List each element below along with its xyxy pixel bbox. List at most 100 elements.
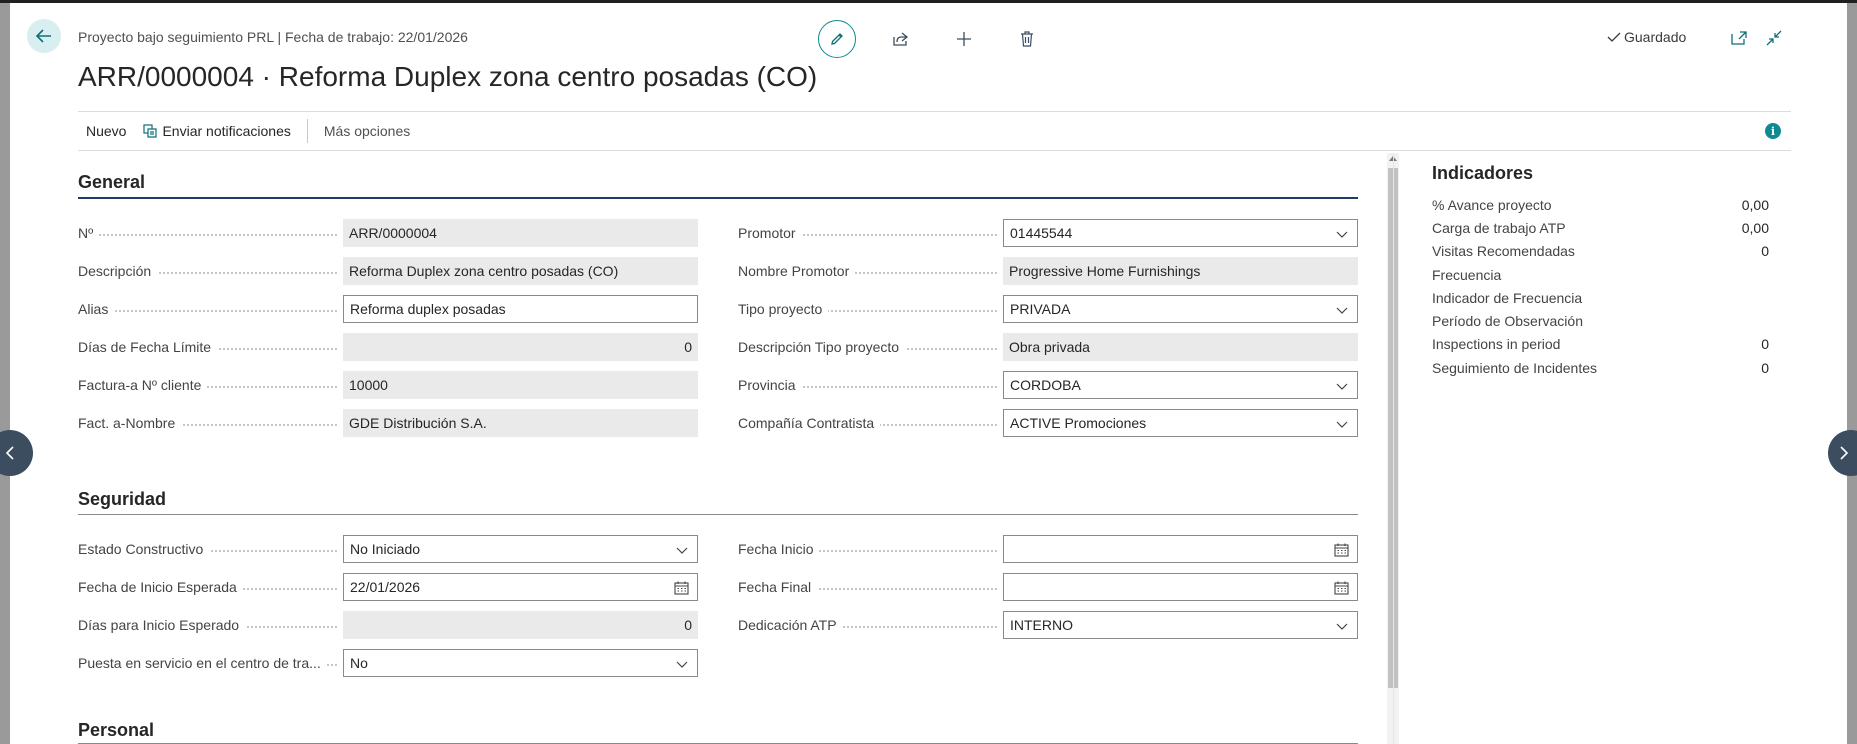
section-seguridad-title[interactable]: Seguridad — [78, 489, 166, 510]
factbox-row: Indicador de Frecuencia — [1432, 286, 1772, 309]
delete-icon — [1021, 31, 1033, 47]
field-label: Factura-a Nº cliente — [78, 377, 208, 393]
field-dias-inicio-esperado: Días para Inicio Esperado 0 — [78, 611, 698, 639]
factbox-value[interactable]: 0,00 — [1742, 220, 1772, 236]
factbox-value[interactable]: 0 — [1761, 360, 1772, 376]
edit-button[interactable] — [818, 20, 856, 58]
field-puesta-en-servicio: Puesta en servicio en el centro de tra..… — [78, 649, 698, 677]
field-fecha-final: Fecha Final — [738, 573, 1358, 601]
compania-contratista-select[interactable]: ACTIVE Promociones — [1003, 409, 1358, 437]
breadcrumb: Proyecto bajo seguimiento PRL | Fecha de… — [78, 29, 468, 45]
field-label: Nº — [78, 225, 100, 241]
field-label: Descripción Tipo proyecto — [738, 339, 906, 355]
chevron-down-icon — [1336, 307, 1348, 314]
factbox-row: Inspections in period 0 — [1432, 333, 1772, 356]
puesta-en-servicio-value: No — [350, 655, 368, 671]
field-label: Fecha Final — [738, 579, 818, 595]
puesta-en-servicio-select[interactable]: No — [343, 649, 698, 677]
add-icon — [957, 32, 971, 46]
field-label: Descripción — [78, 263, 158, 279]
fecha-inicio-esperada-input[interactable]: 22/01/2026 — [343, 573, 698, 601]
info-icon[interactable]: i — [1765, 123, 1781, 139]
collapse-button[interactable] — [1763, 27, 1785, 49]
tipo-proyecto-value: PRIVADA — [1010, 301, 1071, 317]
factura-cliente-value[interactable]: 10000 — [343, 371, 698, 399]
action-bar: Nuevo Enviar notificaciones Más opciones… — [78, 111, 1791, 151]
descripcion-tipo-proyecto-value[interactable]: Obra privada — [1003, 333, 1358, 361]
field-label: Compañía Contratista — [738, 415, 881, 431]
promotor-select[interactable]: 01445544 — [1003, 219, 1358, 247]
field-nombre-promotor: Nombre Promotor Progressive Home Furnish… — [738, 257, 1358, 285]
calendar-icon[interactable] — [1334, 543, 1349, 557]
chevron-down-icon — [1336, 623, 1348, 630]
field-compania-contratista: Compañía Contratista ACTIVE Promociones — [738, 409, 1358, 437]
calendar-icon[interactable] — [1334, 581, 1349, 595]
field-fecha-inicio: Fecha Inicio — [738, 535, 1358, 563]
field-label: Promotor — [738, 225, 802, 241]
window-controls — [1728, 27, 1798, 49]
factbox-value[interactable]: 0,00 — [1742, 197, 1772, 213]
form-content: General Nº ARR/0000004 Descripción Refor… — [78, 153, 1368, 744]
factbox-value[interactable]: 0 — [1761, 336, 1772, 352]
provincia-select[interactable]: CORDOBA — [1003, 371, 1358, 399]
field-tipo-proyecto: Tipo proyecto PRIVADA — [738, 295, 1358, 323]
fecha-inicio-esperada-value: 22/01/2026 — [350, 579, 421, 595]
field-fact-nombre: Fact. a-Nombre GDE Distribución S.A. — [78, 409, 698, 437]
fecha-inicio-input[interactable] — [1003, 535, 1358, 563]
factbox-value[interactable]: 0 — [1761, 243, 1772, 259]
estado-constructivo-select[interactable]: No Iniciado — [343, 535, 698, 563]
field-label: Fecha Inicio — [738, 541, 820, 557]
page-title: ARR/0000004 · Reforma Duplex zona centro… — [78, 61, 818, 92]
provincia-value: CORDOBA — [1010, 377, 1081, 393]
field-no: Nº ARR/0000004 — [78, 219, 698, 247]
estado-constructivo-value: No Iniciado — [350, 541, 421, 557]
dedicacion-atp-select[interactable]: INTERNO — [1003, 611, 1358, 639]
factbox-label: Frecuencia — [1432, 266, 1502, 283]
field-alias: Alias Reforma duplex posadas — [78, 295, 698, 323]
delete-button[interactable] — [1009, 21, 1045, 57]
share-icon — [893, 32, 909, 46]
factbox-divider — [1393, 153, 1394, 744]
page-frame: Proyecto bajo seguimiento PRL | Fecha de… — [10, 3, 1847, 744]
chevron-right-icon — [1840, 446, 1849, 460]
dias-inicio-esperado-value[interactable]: 0 — [343, 611, 698, 639]
more-options-action[interactable]: Más opciones — [316, 112, 418, 150]
calendar-icon[interactable] — [674, 581, 689, 595]
alias-input[interactable]: Reforma duplex posadas — [343, 295, 698, 323]
send-notifications-action[interactable]: Enviar notificaciones — [134, 112, 298, 150]
chevron-left-icon — [5, 446, 14, 460]
dias-fecha-limite-value[interactable]: 0 — [343, 333, 698, 361]
open-new-window-button[interactable] — [1728, 27, 1750, 49]
new-action[interactable]: Nuevo — [78, 112, 134, 150]
open-new-window-icon — [1731, 31, 1747, 45]
field-label: Estado Constructivo — [78, 541, 210, 557]
notifications-icon — [143, 124, 158, 138]
field-label: Puesta en servicio en el centro de tra..… — [78, 655, 327, 671]
fact-nombre-value[interactable]: GDE Distribución S.A. — [343, 409, 698, 437]
add-button[interactable] — [946, 21, 982, 57]
dedicacion-atp-value: INTERNO — [1010, 617, 1073, 633]
factbox-label: Indicador de Frecuencia — [1432, 289, 1583, 306]
factbox-row: Período de Observación — [1432, 309, 1772, 332]
back-button[interactable] — [27, 19, 61, 53]
save-status: Guardado — [1607, 29, 1686, 45]
fecha-final-input[interactable] — [1003, 573, 1358, 601]
factbox-row: Carga de trabajo ATP 0,00 — [1432, 216, 1772, 239]
section-general-rule — [78, 197, 1358, 199]
field-fecha-inicio-esperada: Fecha de Inicio Esperada 22/01/2026 — [78, 573, 698, 601]
chevron-down-icon — [1336, 421, 1348, 428]
no-value[interactable]: ARR/0000004 — [343, 219, 698, 247]
compania-contratista-value: ACTIVE Promociones — [1010, 415, 1147, 431]
section-personal-title[interactable]: Personal — [78, 720, 154, 741]
field-label: Provincia — [738, 377, 802, 393]
section-general-title[interactable]: General — [78, 172, 145, 193]
save-status-label: Guardado — [1624, 29, 1687, 45]
field-estado-constructivo: Estado Constructivo No Iniciado — [78, 535, 698, 563]
factbox-row: Seguimiento de Incidentes 0 — [1432, 356, 1772, 379]
check-icon — [1607, 32, 1621, 42]
share-button[interactable] — [883, 21, 919, 57]
send-notifications-label: Enviar notificaciones — [162, 123, 291, 139]
nombre-promotor-value[interactable]: Progressive Home Furnishings — [1003, 257, 1358, 285]
descripcion-value[interactable]: Reforma Duplex zona centro posadas (CO) — [343, 257, 698, 285]
tipo-proyecto-select[interactable]: PRIVADA — [1003, 295, 1358, 323]
